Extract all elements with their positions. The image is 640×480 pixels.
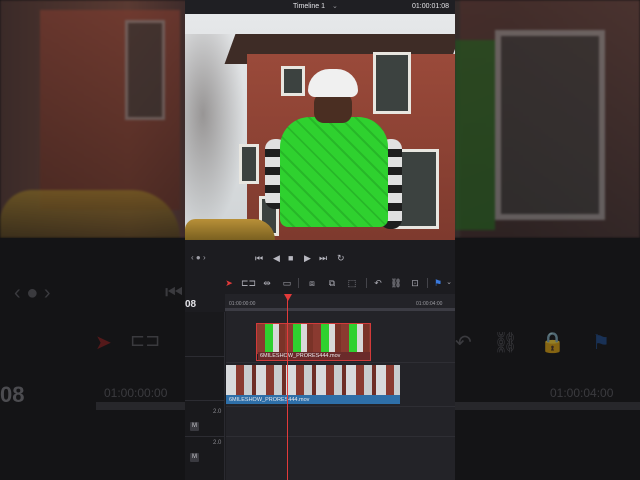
ghost-arrow-icon: ➤ [95,332,112,354]
video-clip-v1[interactable]: 6MILESHOW_PRORES444.mov [226,365,400,404]
clip-name: 6MILESHOW_PRORES444.mov [227,396,400,404]
timeline-tracks[interactable]: 6MILESHOW_PRORES444.mov 6MILESHOW_PRORES… [226,312,455,480]
video-window [239,144,259,184]
ghost-flag-icon: ⚑ [592,332,610,354]
stop-icon[interactable]: ■ [288,253,293,263]
video-tree [185,34,245,234]
ghost-link-icon: ⛓ [493,332,519,354]
person-vest [280,117,388,227]
blade-tool-icon[interactable]: ▭ [281,277,293,289]
skip-to-start-icon[interactable]: ⏮ [255,253,263,263]
background-window-left [125,20,165,120]
ghost-snap-icon: ↶ [455,332,472,354]
ghost-ruler-tick-start: 01:00:00:00 [104,386,168,400]
track-divider [185,356,225,357]
track-lane-divider [226,362,455,363]
ghost-trim-icon: ⊏⊐ [130,330,161,350]
mute-button-a1[interactable]: M [190,422,199,431]
overwrite-clip-icon[interactable]: ⧉ [326,277,338,289]
insert-clip-icon[interactable]: ⧈ [306,277,318,289]
play-icon[interactable]: ▶ [304,253,311,263]
selection-tool-icon[interactable]: ➤ [223,277,235,289]
chevron-down-icon[interactable]: ⌄ [332,2,338,10]
ghost-skip-icon: ⏮ [165,282,183,304]
background-window-right [495,30,605,220]
video-clip-v2[interactable]: 6MILESHOW_PRORES444.mov [256,323,371,361]
ruler-tick-end: 01:00:04:00 [416,301,443,307]
toolbar-divider [298,278,299,288]
background-car [0,190,180,238]
dynamic-trim-icon[interactable]: ⇹ [261,277,273,289]
track-divider [185,436,225,437]
playhead-line[interactable] [287,294,288,480]
person-face [314,93,352,123]
loop-icon[interactable]: ↻ [337,253,345,263]
person-hat [308,69,358,97]
clip-thumbnails [257,324,370,354]
app-stage: ‹ ● › ⏮ ➤ ⊏⊐ ↶ ⛓ 🔒 ⚑ 08 01:00:00:00 01:0… [0,0,640,480]
replace-clip-icon[interactable]: ⬚ [346,277,358,289]
timeline-timecode: 08 [185,299,197,310]
track-headers: 2.0 M 2.0 M [185,312,225,480]
ghost-timecode: 08 [0,382,25,407]
ruler-tick-start: 01:00:00:00 [229,301,256,307]
viewer-title-bar: Timeline 1 ⌄ 01:00:01:08 [185,0,455,14]
clip-nav-control[interactable]: ‹ ● › [191,253,206,263]
link-icon[interactable]: ⛓ [390,277,402,289]
toolbar-divider [366,278,367,288]
audio-volume-a1: 2.0 [213,409,222,415]
lock-icon[interactable]: ⊡ [409,277,421,289]
playhead-handle[interactable] [284,294,292,301]
edit-toolbar: ➤ ⊏⊐ ⇹ ▭ ⧈ ⧉ ⬚ ↶ ⛓ ⊡ ⚑ ⌄ [185,274,455,292]
chevron-down-icon[interactable]: ⌄ [443,277,455,289]
skip-to-end-icon[interactable]: ⏭ [319,253,327,263]
ruler-track [225,308,455,311]
audio-volume-a2: 2.0 [213,440,222,446]
timeline-name[interactable]: Timeline 1 [293,3,325,10]
track-divider [185,400,225,401]
toolbar-divider [427,278,428,288]
video-car [185,219,275,240]
background-green-vest [455,40,495,230]
clip-name: 6MILESHOW_PRORES444.mov [258,352,370,360]
track-lane-divider [226,406,455,407]
ghost-lock-icon: 🔒 [540,332,565,354]
ghost-ruler-tick-end: 01:00:04:00 [550,386,614,400]
video-viewer[interactable] [185,14,455,240]
viewer-timecode: 01:00:01:08 [412,3,449,10]
track-lane-divider [226,436,455,437]
timeline-ruler[interactable]: 01:00:00:00 01:00:04:00 [225,294,455,312]
step-back-icon[interactable]: ◀ [273,253,280,263]
trim-tool-icon[interactable]: ⊏⊐ [241,277,256,289]
clip-thumbnails [226,365,400,395]
transport-controls: ‹ ● › ⏮ ◀ ■ ▶ ⏭ ↻ [185,240,455,274]
video-person [265,69,402,240]
editor-panel: Timeline 1 ⌄ 01:00:01:08 ‹ ● › ⏮ ◀ ■ ▶ ⏭… [185,0,455,480]
mute-button-a2[interactable]: M [190,453,199,462]
ghost-nav-icon: ‹ ● › [14,282,51,304]
snapping-icon[interactable]: ↶ [372,277,384,289]
